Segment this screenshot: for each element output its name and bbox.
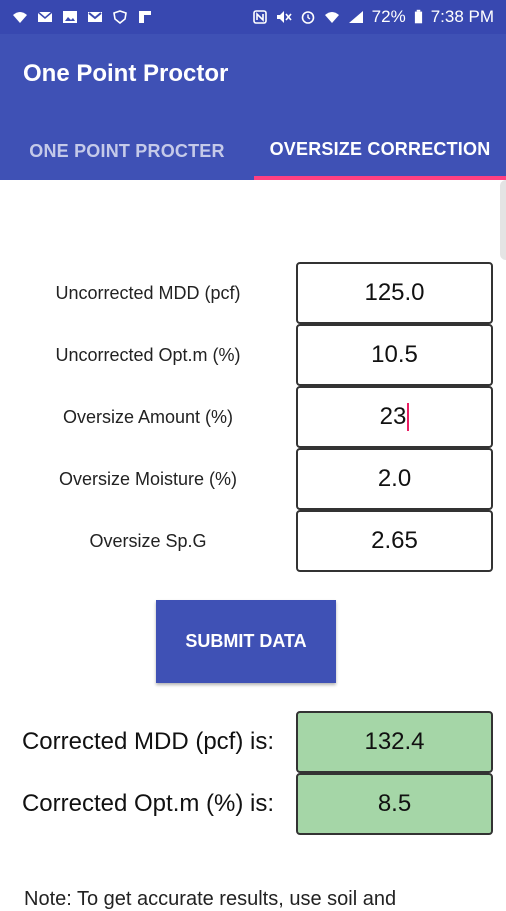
field-row-oversize-amount: Oversize Amount (%) 23 [0, 386, 506, 448]
corrected-optm-value: 8.5 [296, 773, 493, 835]
corrected-optm-label: Corrected Opt.m (%) is: [21, 790, 275, 817]
oversize-moisture-label: Oversize Moisture (%) [58, 468, 238, 489]
status-notification-icons [12, 10, 153, 24]
tab-one-point-procter[interactable]: ONE POINT PROCTER [0, 122, 254, 180]
oversize-moisture-input[interactable]: 2.0 [296, 448, 493, 510]
battery-icon [414, 9, 422, 24]
result-row-corrected-optm: Corrected Opt.m (%) is: 8.5 [0, 773, 506, 835]
oversize-amount-label: Oversize Amount (%) [62, 406, 234, 427]
oversize-spg-label: Oversize Sp.G [89, 530, 207, 551]
scroll-edge-indicator [500, 180, 506, 260]
corrected-mdd-value: 132.4 [296, 711, 493, 773]
field-row-uncorrected-mdd: Uncorrected MDD (pcf) 125.0 [0, 262, 506, 324]
vpn-icon [113, 10, 127, 24]
battery-percent: 72% [371, 7, 406, 26]
tab-oversize-correction[interactable]: OVERSIZE CORRECTION [254, 122, 506, 180]
mail-icon [37, 11, 53, 22]
uncorrected-mdd-label: Uncorrected MDD (pcf) [55, 282, 241, 303]
wifi-calling-icon [13, 12, 27, 23]
submit-data-button[interactable]: SUBMIT DATA [156, 600, 336, 683]
field-row-uncorrected-optm: Uncorrected Opt.m (%) 10.5 [0, 324, 506, 386]
oversize-spg-input[interactable]: 2.65 [296, 510, 493, 572]
wifi-icon [324, 12, 339, 23]
status-bar: 72% 7:38 PM [0, 0, 506, 34]
text-cursor [407, 403, 410, 431]
gmail-icon [88, 12, 102, 22]
corrected-mdd-label: Corrected MDD (pcf) is: [21, 728, 275, 755]
result-row-corrected-mdd: Corrected MDD (pcf) is: 132.4 [0, 711, 506, 773]
field-row-oversize-spg: Oversize Sp.G 2.65 [0, 510, 506, 572]
status-system-icons: 72% 7:38 PM [252, 7, 494, 27]
tab-bar: ONE POINT PROCTER OVERSIZE CORRECTION [0, 122, 506, 180]
app-title: One Point Proctor [23, 60, 229, 87]
uncorrected-optm-label: Uncorrected Opt.m (%) [55, 344, 241, 365]
uncorrected-mdd-input[interactable]: 125.0 [296, 262, 493, 324]
nfc-icon [252, 10, 267, 24]
flipboard-icon [139, 11, 151, 23]
field-row-oversize-moisture: Oversize Moisture (%) 2.0 [0, 448, 506, 510]
status-time: 7:38 PM [430, 7, 494, 26]
mute-icon [276, 11, 292, 23]
oversize-amount-input[interactable]: 23 [296, 386, 493, 448]
photo-icon [63, 11, 77, 23]
uncorrected-optm-input[interactable]: 10.5 [296, 324, 493, 386]
alarm-icon [301, 11, 314, 24]
app-bar: One Point Proctor ONE POINT PROCTER OVER… [0, 34, 506, 180]
oversize-amount-value: 23 [379, 403, 407, 430]
signal-icon [348, 11, 363, 23]
